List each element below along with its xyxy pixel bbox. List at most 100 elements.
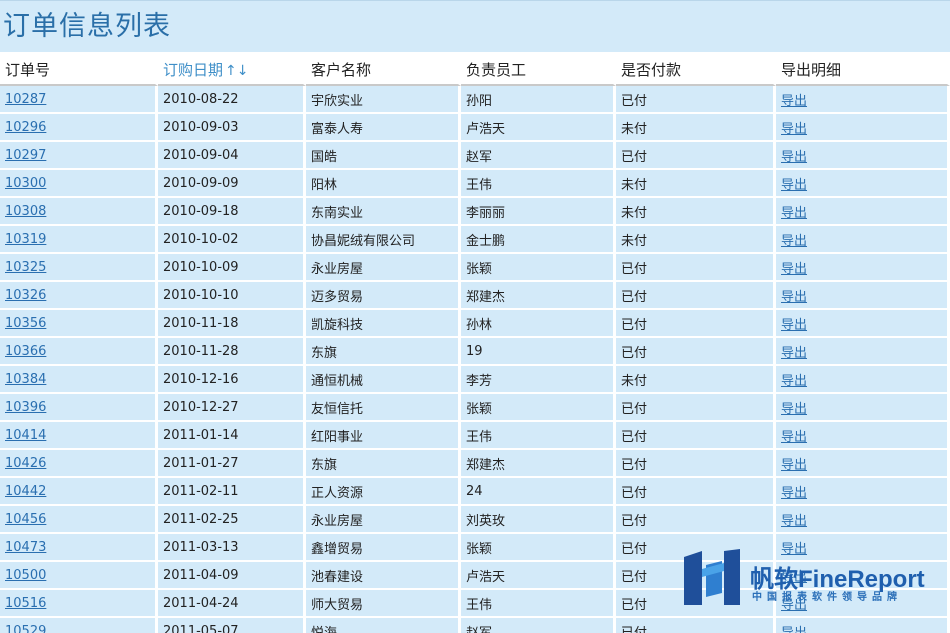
payment-status-cell: 已付 [616,394,776,422]
order-number-cell: 10442 [0,478,158,506]
export-detail-link[interactable]: 导出 [781,206,807,221]
report-page: 订单信息列表 订单号 订购日期 ↑↓ 客户名称 负责员工 是否付款 导出明细 10… [0,0,950,633]
customer-name-cell: 国皓 [306,142,461,170]
export-detail-link[interactable]: 导出 [781,178,807,193]
export-detail-link[interactable]: 导出 [781,458,807,473]
payment-status-cell: 已付 [616,422,776,450]
export-detail-link[interactable]: 导出 [781,122,807,137]
export-detail-cell: 导出 [776,478,950,506]
export-detail-link[interactable]: 导出 [781,94,807,109]
order-number-link[interactable]: 10366 [5,344,46,359]
order-date-cell: 2011-03-13 [158,534,306,562]
export-detail-cell: 导出 [776,450,950,478]
order-date-cell: 2010-10-02 [158,226,306,254]
export-detail-link[interactable]: 导出 [781,150,807,165]
export-detail-link[interactable]: 导出 [781,626,807,633]
export-detail-cell: 导出 [776,254,950,282]
export-detail-link[interactable]: 导出 [781,374,807,389]
order-number-link[interactable]: 10516 [5,596,46,611]
table-row: 10319 2010-10-02 协昌妮绒有限公司 金士鹏 未付 导出 [0,226,950,254]
employee-cell: 卢浩天 [461,562,616,590]
customer-name-cell: 红阳事业 [306,422,461,450]
order-number-link[interactable]: 10500 [5,568,46,583]
order-number-cell: 10414 [0,422,158,450]
header-paid: 是否付款 [616,54,776,86]
customer-name-cell: 凯旋科技 [306,310,461,338]
employee-cell: 张颖 [461,254,616,282]
employee-cell: 刘英玫 [461,506,616,534]
order-number-link[interactable]: 10319 [5,232,46,247]
table-row: 10297 2010-09-04 国皓 赵军 已付 导出 [0,142,950,170]
payment-status-cell: 已付 [616,506,776,534]
header-employee: 负责员工 [461,54,616,86]
table-row: 10456 2011-02-25 永业房屋 刘英玫 已付 导出 [0,506,950,534]
order-number-cell: 10319 [0,226,158,254]
order-date-cell: 2010-09-04 [158,142,306,170]
order-number-link[interactable]: 10297 [5,148,46,163]
header-order-date-sort[interactable]: 订购日期 ↑↓ [158,54,306,86]
order-number-link[interactable]: 10396 [5,400,46,415]
order-number-link[interactable]: 10384 [5,372,46,387]
order-date-cell: 2011-02-25 [158,506,306,534]
customer-name-cell: 通恒机械 [306,366,461,394]
order-number-link[interactable]: 10456 [5,512,46,527]
sort-arrows-icon[interactable]: ↑↓ [225,63,248,79]
order-number-link[interactable]: 10296 [5,120,46,135]
export-detail-cell: 导出 [776,226,950,254]
table-row: 10325 2010-10-09 永业房屋 张颖 已付 导出 [0,254,950,282]
export-detail-link[interactable]: 导出 [781,486,807,501]
table-row: 10326 2010-10-10 迈多贸易 郑建杰 已付 导出 [0,282,950,310]
order-number-link[interactable]: 10529 [5,624,46,633]
order-date-cell: 2010-12-27 [158,394,306,422]
export-detail-link[interactable]: 导出 [781,430,807,445]
employee-cell: 张颖 [461,394,616,422]
employee-cell: 孙阳 [461,86,616,114]
export-detail-cell: 导出 [776,198,950,226]
order-number-link[interactable]: 10442 [5,484,46,499]
order-number-cell: 10384 [0,366,158,394]
table-row: 10396 2010-12-27 友恒信托 张颖 已付 导出 [0,394,950,422]
export-detail-cell: 导出 [776,142,950,170]
export-detail-link[interactable]: 导出 [781,290,807,305]
payment-status-cell: 未付 [616,170,776,198]
order-number-link[interactable]: 10325 [5,260,46,275]
header-customer: 客户名称 [306,54,461,86]
watermark-slogan: 中国报表软件领导品牌 [752,592,902,603]
export-detail-link[interactable]: 导出 [781,346,807,361]
table-header-row: 订单号 订购日期 ↑↓ 客户名称 负责员工 是否付款 导出明细 [0,54,950,86]
export-detail-link[interactable]: 导出 [781,234,807,249]
order-number-cell: 10500 [0,562,158,590]
order-number-link[interactable]: 10426 [5,456,46,471]
order-number-link[interactable]: 10287 [5,92,46,107]
order-number-cell: 10426 [0,450,158,478]
table-row: 10442 2011-02-11 正人资源 24 已付 导出 [0,478,950,506]
order-number-link[interactable]: 10300 [5,176,46,191]
order-date-cell: 2011-05-07 [158,618,306,633]
order-date-cell: 2011-04-24 [158,590,306,618]
payment-status-cell: 已付 [616,450,776,478]
order-date-cell: 2010-11-28 [158,338,306,366]
order-number-link[interactable]: 10356 [5,316,46,331]
export-detail-link[interactable]: 导出 [781,262,807,277]
order-number-link[interactable]: 10326 [5,288,46,303]
table-row: 10308 2010-09-18 东南实业 李丽丽 未付 导出 [0,198,950,226]
export-detail-link[interactable]: 导出 [781,514,807,529]
order-number-link[interactable]: 10308 [5,204,46,219]
export-detail-cell: 导出 [776,338,950,366]
payment-status-cell: 已付 [616,86,776,114]
customer-name-cell: 宇欣实业 [306,86,461,114]
customer-name-cell: 师大贸易 [306,590,461,618]
payment-status-cell: 已付 [616,142,776,170]
order-number-link[interactable]: 10473 [5,540,46,555]
header-export: 导出明细 [776,54,950,86]
order-date-cell: 2010-10-10 [158,282,306,310]
order-number-link[interactable]: 10414 [5,428,46,443]
employee-cell: 王伟 [461,422,616,450]
export-detail-link[interactable]: 导出 [781,402,807,417]
order-number-cell: 10529 [0,618,158,633]
export-detail-cell: 导出 [776,506,950,534]
export-detail-link[interactable]: 导出 [781,318,807,333]
order-date-cell: 2010-09-09 [158,170,306,198]
payment-status-cell: 未付 [616,198,776,226]
export-detail-cell: 导出 [776,394,950,422]
